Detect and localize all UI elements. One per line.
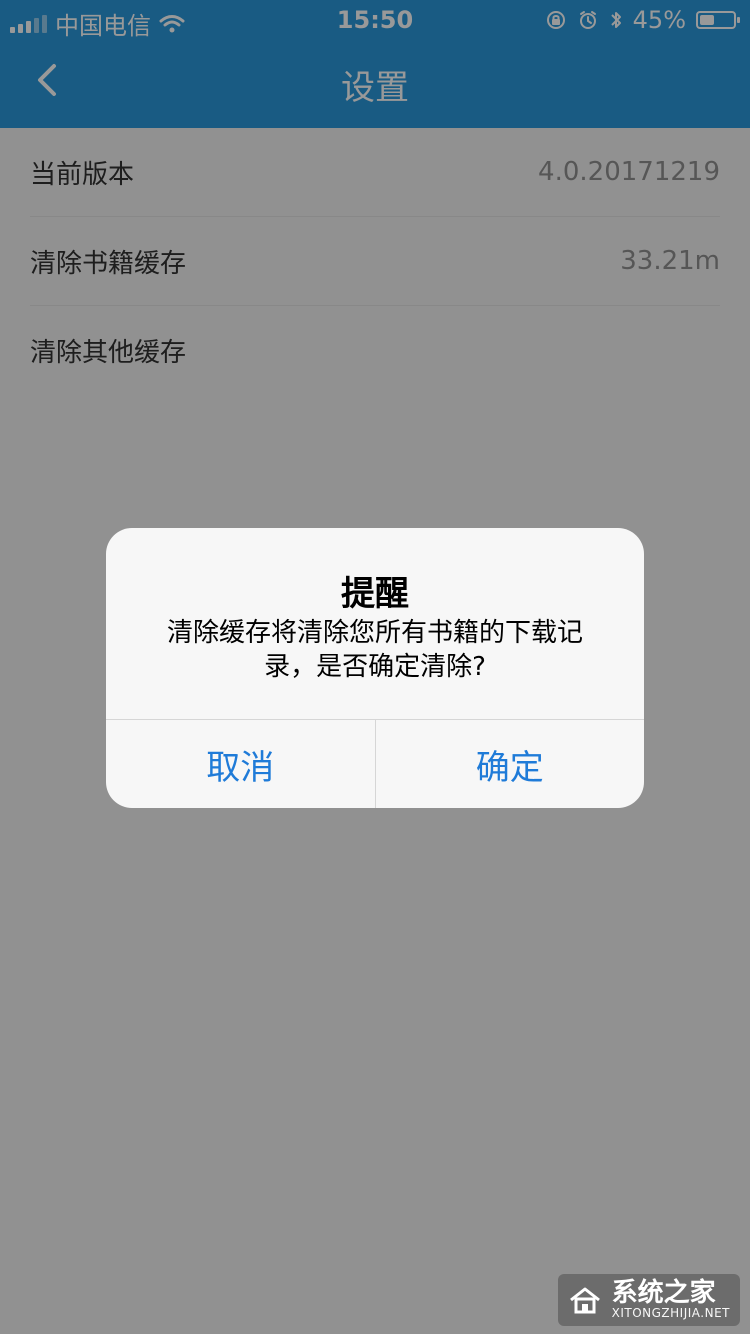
dialog-message: 清除缓存将清除您所有书籍的下载记录，是否确定清除?	[166, 618, 583, 682]
dialog-actions: 取消 确定	[106, 719, 644, 808]
dialog-title: 提醒	[341, 574, 409, 614]
watermark-domain: XITONGZHIJIA.NET	[611, 1306, 730, 1321]
watermark-text: 系统之家 XITONGZHIJIA.NET	[611, 1278, 730, 1321]
watermark-logo-icon	[569, 1287, 600, 1314]
confirm-button[interactable]: 确定	[374, 720, 645, 808]
watermark: 系统之家 XITONGZHIJIA.NET	[557, 1274, 740, 1326]
cancel-button[interactable]: 取消	[106, 720, 375, 808]
confirm-dialog: 提醒 清除缓存将清除您所有书籍的下载记录，是否确定清除? 取消 确定	[106, 528, 644, 808]
watermark-brand: 系统之家	[611, 1278, 716, 1309]
